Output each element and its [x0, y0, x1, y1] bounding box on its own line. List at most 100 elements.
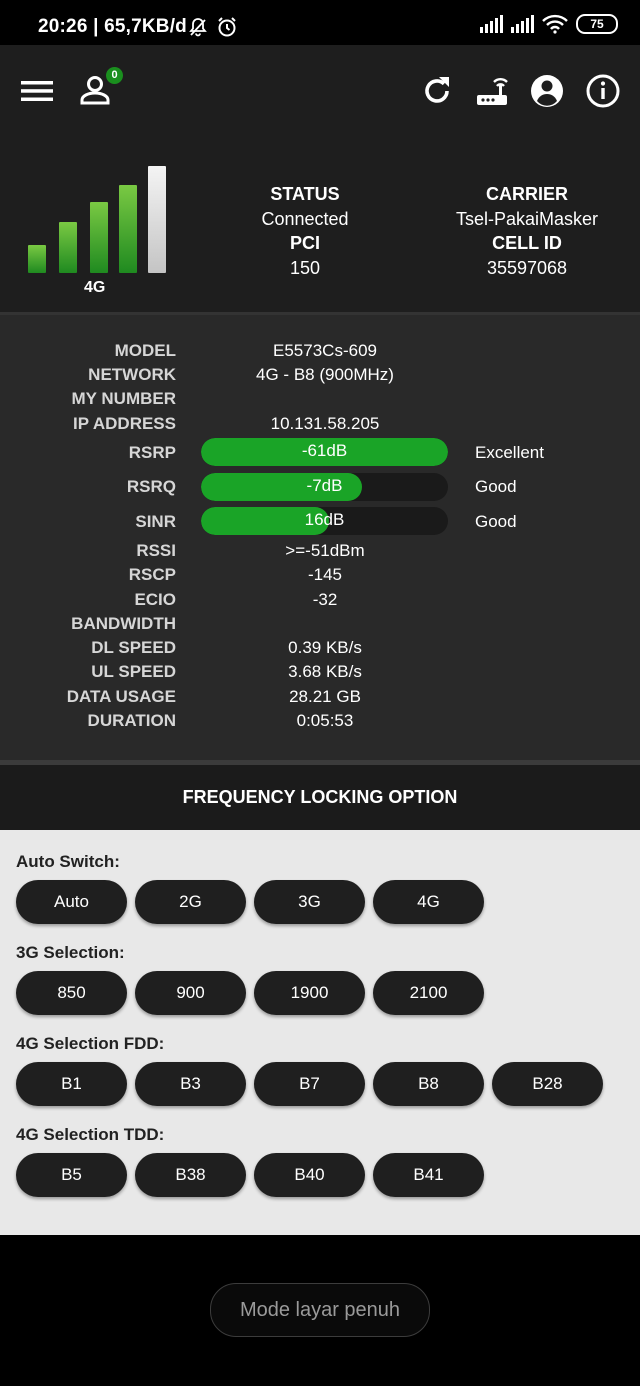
network-type-label: 4G	[84, 279, 106, 296]
auto-switch-3g-button[interactable]: 3G	[254, 880, 365, 924]
info-row-rscp: RSCP -145	[0, 565, 640, 589]
4g-fdd-b1-button[interactable]: B1	[16, 1062, 127, 1106]
3g-1900-button[interactable]: 1900	[254, 971, 365, 1015]
frequency-locking-panel: Auto Switch: Auto 2G 3G 4G 3G Selection:…	[0, 830, 640, 1235]
4g-tdd-b40-button[interactable]: B40	[254, 1153, 365, 1197]
sinr-quality: Good	[475, 512, 517, 531]
status-label: STATUS	[270, 184, 340, 204]
status-column: STATUS Connected PCI 150	[195, 182, 415, 280]
auto-switch-auto-button[interactable]: Auto	[16, 880, 127, 924]
info-row-my-number: MY NUMBER	[0, 389, 640, 413]
info-row-bandwidth: BANDWIDTH	[0, 614, 640, 638]
status-value: Connected	[261, 208, 349, 229]
3g-850-button[interactable]: 850	[16, 971, 127, 1015]
cell-id-label: CELL ID	[492, 233, 562, 253]
ul-speed-label: UL SPEED	[91, 662, 176, 681]
frequency-locking-header: FREQUENCY LOCKING OPTION	[0, 765, 640, 830]
auto-switch-title: Auto Switch:	[16, 852, 120, 871]
status-time-speed: 20:26 | 65,7KB/d	[38, 16, 187, 37]
3g-2100-button[interactable]: 2100	[373, 971, 484, 1015]
3g-selection-title: 3G Selection:	[16, 943, 125, 962]
info-row-rssi: RSSI >=-51dBm	[0, 541, 640, 565]
signal-icon-2	[511, 15, 534, 33]
ip-address-value: 10.131.58.205	[270, 414, 380, 433]
rsrp-quality: Excellent	[475, 443, 544, 462]
menu-icon[interactable]	[19, 73, 55, 109]
rscp-value: -145	[307, 565, 343, 584]
status-bar: 20:26 | 65,7KB/d 75	[0, 0, 640, 45]
carrier-column: CARRIER Tsel-PakaiMasker CELL ID 3559706…	[417, 182, 637, 280]
pci-label: PCI	[289, 233, 320, 253]
toolbar: 0	[0, 45, 640, 140]
4g-tdd-b5-button[interactable]: B5	[16, 1153, 127, 1197]
signal-bar-1	[28, 245, 46, 273]
network-value: 4G - B8 (900MHz)	[256, 365, 394, 384]
ul-speed-value: 3.68 KB/s	[288, 662, 362, 681]
model-label: MODEL	[114, 341, 176, 360]
status-icons: 75	[480, 14, 618, 34]
info-row-ecio: ECIO -32	[0, 590, 640, 614]
info-row-data-usage: DATA USAGE 28.21 GB	[0, 687, 640, 711]
cell-id-value: 35597068	[486, 257, 568, 278]
rsrq-meter: -7dB	[201, 473, 448, 501]
rsrp-label: RSRP	[128, 443, 176, 462]
4g-tdd-b41-button[interactable]: B41	[373, 1153, 484, 1197]
signal-bar-3	[90, 202, 108, 273]
info-row-ip: IP ADDRESS 10.131.58.205	[0, 414, 640, 438]
mute-bell-icon	[189, 18, 207, 37]
wifi-icon	[542, 14, 568, 34]
bottom-bar: Mode layar penuh	[0, 1235, 640, 1386]
rsrq-quality: Good	[475, 477, 517, 496]
4g-fdd-b3-button[interactable]: B3	[135, 1062, 246, 1106]
4g-fdd-b7-button[interactable]: B7	[254, 1062, 365, 1106]
duration-label: DURATION	[87, 711, 176, 730]
4g-fdd-b28-button[interactable]: B28	[492, 1062, 603, 1106]
signal-bar-2	[59, 222, 77, 273]
signal-bar-4	[119, 185, 137, 273]
rsrq-value: -7dB	[306, 476, 343, 495]
dl-speed-value: 0.39 KB/s	[288, 638, 362, 657]
ecio-label: ECIO	[134, 590, 176, 609]
refresh-icon[interactable]	[419, 73, 455, 109]
info-row-model: MODEL E5573Cs-609	[0, 341, 640, 365]
4g-fdd-b8-button[interactable]: B8	[373, 1062, 484, 1106]
3g-900-button[interactable]: 900	[135, 971, 246, 1015]
sinr-value: 16dB	[304, 510, 345, 529]
ip-address-label: IP ADDRESS	[73, 414, 176, 433]
carrier-label: CARRIER	[485, 184, 568, 204]
ecio-value: -32	[312, 590, 338, 609]
sinr-meter: 16dB	[201, 507, 448, 535]
info-row-network: NETWORK 4G - B8 (900MHz)	[0, 365, 640, 389]
alarm-icon	[218, 17, 236, 37]
sinr-label: SINR	[135, 512, 176, 531]
auto-switch-2g-button[interactable]: 2G	[135, 880, 246, 924]
fullscreen-mode-button[interactable]: Mode layar penuh	[210, 1283, 430, 1337]
4g-tdd-selection-title: 4G Selection TDD:	[16, 1125, 165, 1144]
duration-value: 0:05:53	[296, 711, 354, 730]
user-count-badge: 0	[106, 67, 123, 84]
dl-speed-label: DL SPEED	[91, 638, 176, 657]
router-icon[interactable]	[474, 73, 510, 109]
device-info-panel: MODEL E5573Cs-609 NETWORK 4G - B8 (900MHz)…	[0, 312, 640, 763]
data-usage-value: 28.21 GB	[289, 687, 361, 706]
connection-summary: 4G STATUS Connected PCI 150 CARRIER Tsel…	[0, 140, 640, 312]
rscp-label: RSCP	[128, 565, 176, 584]
account-circle-icon[interactable]	[529, 73, 565, 109]
pci-value: 150	[289, 257, 321, 278]
auto-switch-4g-button[interactable]: 4G	[373, 880, 484, 924]
rssi-value: >=-51dBm	[285, 541, 365, 560]
battery-indicator: 75	[576, 14, 618, 34]
4g-tdd-b38-button[interactable]: B38	[135, 1153, 246, 1197]
info-row-duration: DURATION 0:05:53	[0, 711, 640, 735]
4g-fdd-selection-title: 4G Selection FDD:	[16, 1034, 165, 1053]
my-number-label: MY NUMBER	[71, 389, 176, 408]
model-value: E5573Cs-609	[273, 341, 377, 360]
info-row-ul-speed: UL SPEED 3.68 KB/s	[0, 662, 640, 686]
app-screen: 0 4G STATUS Connected PCI 150 CARRIER Ts…	[0, 45, 640, 1235]
signal-icon	[480, 15, 503, 33]
signal-bar-5	[148, 166, 166, 273]
info-icon[interactable]	[585, 73, 621, 109]
network-label: NETWORK	[88, 365, 176, 384]
rsrp-meter: -61dB	[201, 438, 448, 466]
rsrq-label: RSRQ	[126, 477, 176, 496]
